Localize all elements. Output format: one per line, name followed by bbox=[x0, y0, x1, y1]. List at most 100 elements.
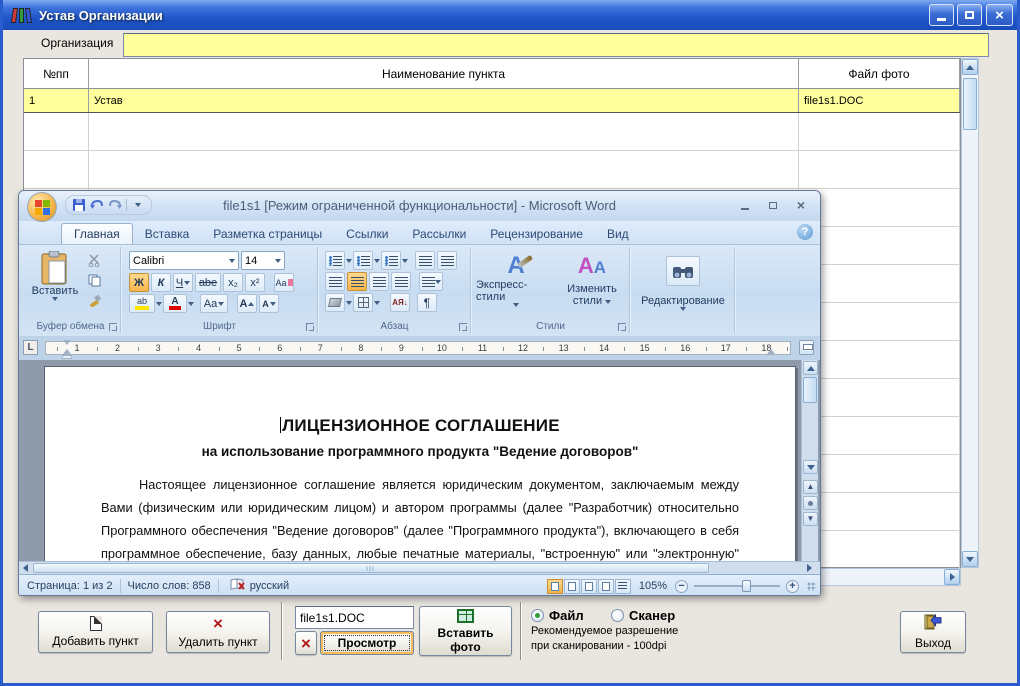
dropdown-caret-icon[interactable] bbox=[188, 302, 194, 306]
dropdown-caret-icon[interactable] bbox=[156, 302, 162, 306]
first-line-indent-marker[interactable] bbox=[63, 340, 71, 345]
title-bar[interactable]: Устав Организации × bbox=[3, 0, 1020, 30]
office-button[interactable] bbox=[27, 192, 57, 222]
previous-page-button[interactable]: ▲ bbox=[803, 480, 818, 494]
paste-button[interactable]: Вставить bbox=[29, 251, 81, 301]
right-indent-marker[interactable] bbox=[767, 349, 775, 354]
dialog-launcher-icon[interactable] bbox=[459, 323, 467, 331]
word-scroll-left-button[interactable] bbox=[19, 563, 32, 573]
photo-file-input[interactable] bbox=[295, 606, 414, 629]
outline-view-button[interactable] bbox=[598, 579, 614, 594]
print-layout-view-button[interactable] bbox=[547, 579, 563, 594]
dialog-launcher-icon[interactable] bbox=[109, 323, 117, 331]
tab-review[interactable]: Рецензирование bbox=[478, 224, 595, 244]
word-scroll-right-button[interactable] bbox=[803, 563, 816, 573]
cell-num[interactable]: 1 bbox=[24, 89, 89, 112]
draft-view-button[interactable] bbox=[615, 579, 631, 594]
copy-icon[interactable] bbox=[87, 273, 101, 287]
tab-view[interactable]: Вид bbox=[595, 224, 641, 244]
bullets-button[interactable] bbox=[325, 251, 345, 270]
delete-item-button[interactable]: × Удалить пункт bbox=[166, 611, 270, 653]
dropdown-caret-icon[interactable] bbox=[346, 259, 352, 263]
insert-photo-button[interactable]: Вставить фото bbox=[419, 606, 512, 656]
column-header-name[interactable]: Наименование пункта bbox=[89, 59, 799, 88]
table-row[interactable] bbox=[24, 151, 960, 189]
multilevel-list-button[interactable] bbox=[381, 251, 401, 270]
subscript-button[interactable]: x₂ bbox=[223, 273, 243, 292]
fullscreen-view-button[interactable] bbox=[564, 579, 580, 594]
table-vscrollbar[interactable] bbox=[961, 58, 979, 568]
zoom-in-button[interactable]: + bbox=[786, 580, 799, 593]
change-styles-button[interactable]: AA Изменить стили bbox=[560, 253, 624, 307]
tab-mailings[interactable]: Рассылки bbox=[400, 224, 478, 244]
document-page[interactable]: ЛИЦЕНЗИОННОЕ СОГЛАШЕНИЕ на использование… bbox=[44, 366, 796, 561]
word-hscroll-thumb[interactable] bbox=[33, 563, 709, 573]
exit-button[interactable]: Выход bbox=[900, 611, 966, 653]
line-spacing-button[interactable] bbox=[419, 272, 443, 291]
word-vscroll-thumb[interactable] bbox=[803, 377, 817, 403]
radio-selected-icon[interactable] bbox=[531, 609, 544, 622]
superscript-button[interactable]: x² bbox=[245, 273, 265, 292]
increase-indent-button[interactable] bbox=[437, 251, 457, 270]
font-family-select[interactable]: Calibri bbox=[129, 251, 239, 270]
scroll-up-button[interactable] bbox=[962, 59, 978, 75]
justify-button[interactable] bbox=[391, 272, 411, 291]
source-scanner-radio[interactable]: Сканер bbox=[611, 607, 675, 625]
word-minimize-button[interactable] bbox=[732, 197, 758, 213]
word-vscrollbar[interactable]: ▲ ▼ bbox=[801, 360, 818, 561]
pilcrow-button[interactable]: ¶ bbox=[417, 293, 437, 312]
column-header-num[interactable]: №пп bbox=[24, 59, 89, 88]
tab-selector[interactable]: L bbox=[23, 340, 38, 355]
format-painter-icon[interactable] bbox=[87, 293, 101, 307]
zoom-out-button[interactable]: − bbox=[675, 580, 688, 593]
dropdown-caret-icon[interactable] bbox=[346, 301, 352, 305]
resize-grip[interactable] bbox=[805, 580, 817, 592]
add-item-button[interactable]: Добавить пункт bbox=[38, 611, 153, 653]
clear-file-button[interactable]: × bbox=[295, 631, 317, 655]
bold-button[interactable]: Ж bbox=[129, 273, 149, 292]
page-indicator[interactable]: Страница: 1 из 2 bbox=[27, 580, 113, 592]
align-right-button[interactable] bbox=[369, 272, 389, 291]
highlight-button[interactable]: ab bbox=[129, 294, 155, 313]
tab-references[interactable]: Ссылки bbox=[334, 224, 400, 244]
borders-button[interactable] bbox=[353, 293, 373, 312]
column-header-file[interactable]: Файл фото bbox=[799, 59, 960, 88]
maximize-button[interactable] bbox=[957, 4, 982, 26]
organization-input[interactable] bbox=[123, 33, 989, 57]
cell-file[interactable]: file1s1.DOC bbox=[799, 89, 960, 112]
word-hscrollbar[interactable] bbox=[19, 561, 820, 574]
next-page-button[interactable]: ▼ bbox=[803, 512, 818, 526]
change-case-button[interactable]: Aa bbox=[200, 294, 228, 313]
close-button[interactable]: × bbox=[986, 4, 1013, 26]
decrease-indent-button[interactable] bbox=[415, 251, 435, 270]
dropdown-caret-icon[interactable] bbox=[402, 259, 408, 263]
zoom-slider-thumb[interactable] bbox=[742, 580, 751, 592]
dropdown-caret-icon[interactable] bbox=[374, 259, 380, 263]
minimize-button[interactable] bbox=[929, 4, 954, 26]
align-center-button[interactable] bbox=[347, 272, 367, 291]
radio-icon[interactable] bbox=[611, 609, 624, 622]
preview-button[interactable]: Просмотр bbox=[320, 631, 414, 655]
table-row[interactable] bbox=[24, 113, 960, 151]
dropdown-caret-icon[interactable] bbox=[374, 301, 380, 305]
grow-font-button[interactable]: A bbox=[237, 294, 257, 313]
vscroll-thumb[interactable] bbox=[963, 78, 977, 130]
sort-button[interactable]: АЯ↓ bbox=[390, 293, 410, 312]
select-browse-object-button[interactable] bbox=[803, 496, 818, 510]
numbering-button[interactable] bbox=[353, 251, 373, 270]
ruler-strip[interactable]: 123456789101112131415161718 bbox=[45, 341, 791, 355]
font-color-button[interactable]: A bbox=[163, 294, 187, 313]
source-file-radio[interactable]: Файл bbox=[531, 607, 584, 625]
font-size-select[interactable]: 14 bbox=[241, 251, 285, 270]
word-title-bar[interactable]: file1s1 [Режим ограниченной функциональн… bbox=[19, 191, 820, 221]
word-maximize-button[interactable] bbox=[760, 197, 786, 213]
language-indicator[interactable]: русский bbox=[250, 580, 289, 592]
editing-button[interactable]: Редактирование bbox=[632, 255, 734, 311]
tab-insert[interactable]: Вставка bbox=[133, 224, 202, 244]
table-row-selected[interactable]: 1 Устав file1s1.DOC bbox=[24, 89, 960, 113]
tab-home[interactable]: Главная bbox=[61, 223, 133, 244]
zoom-level[interactable]: 105% bbox=[639, 580, 667, 592]
left-indent-marker[interactable] bbox=[62, 355, 72, 359]
cell-name[interactable]: Устав bbox=[89, 89, 799, 112]
underline-button[interactable]: Ч bbox=[173, 273, 193, 292]
